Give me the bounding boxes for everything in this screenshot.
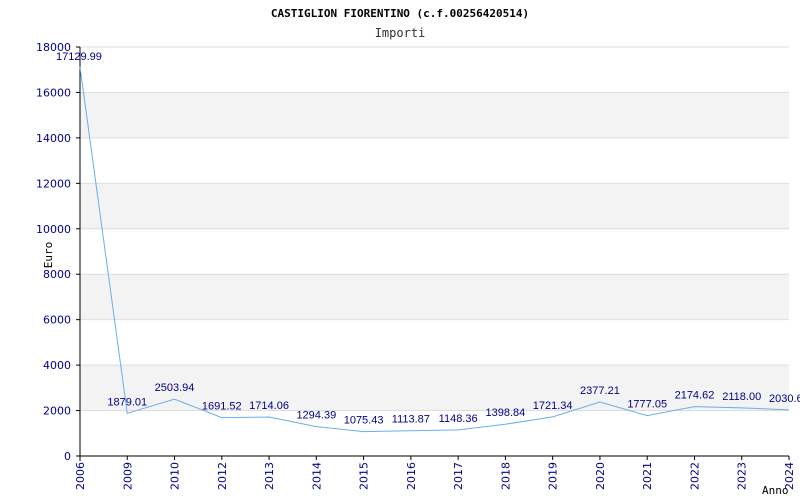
data-label: 2377.21 <box>580 385 620 397</box>
x-tick-label: 2016 <box>405 462 418 490</box>
y-tick-label: 16000 <box>36 86 71 99</box>
data-label: 2118.00 <box>722 391 761 403</box>
grid-bands <box>80 92 789 411</box>
data-label: 1294.39 <box>296 410 336 422</box>
x-tick-label: 2022 <box>688 462 701 490</box>
y-tick-label: 0 <box>64 450 71 463</box>
x-tick-label: 2013 <box>263 462 276 490</box>
data-label: 17129.99 <box>56 51 102 63</box>
x-tick-label: 2009 <box>121 462 134 490</box>
data-label: 1691.52 <box>202 401 242 413</box>
x-axis-ticks: 2006 2009 2010 2012 2013 2014 2015 2016 2017 2018… <box>74 456 796 490</box>
x-tick-label: 2023 <box>736 462 749 490</box>
data-label: 1398.84 <box>486 407 526 419</box>
data-label: 1113.87 <box>392 414 430 426</box>
grid-band <box>80 92 789 138</box>
y-tick-label: 14000 <box>36 132 71 145</box>
x-tick-label: 2006 <box>74 462 87 490</box>
data-label: 2503.94 <box>155 382 195 394</box>
data-label: 1075.43 <box>344 415 384 427</box>
x-tick-label: 2014 <box>310 462 323 490</box>
x-tick-label: 2015 <box>358 462 371 490</box>
x-tick-label: 2018 <box>499 462 512 490</box>
x-tick-label: 2024 <box>783 462 796 490</box>
x-tick-label: 2021 <box>641 462 654 490</box>
line-chart: CASTIGLION FIORENTINO (c.f.00256420514) … <box>36 7 800 497</box>
grid-band <box>80 274 789 320</box>
data-label: 1714.06 <box>249 400 289 412</box>
x-tick-label: 2010 <box>169 462 182 490</box>
data-label: 1879.01 <box>107 396 147 408</box>
x-tick-label: 2017 <box>452 462 465 490</box>
y-tick-label: 2000 <box>43 405 71 418</box>
x-tick-label: 2019 <box>547 462 560 490</box>
data-label: 1777.05 <box>627 399 667 411</box>
y-tick-label: 10000 <box>36 223 71 236</box>
y-tick-label: 8000 <box>43 268 71 281</box>
data-label: 1148.36 <box>439 413 478 425</box>
data-label: 1721.34 <box>533 400 573 412</box>
y-tick-label: 12000 <box>36 177 71 190</box>
y-axis-label: Euro <box>42 242 55 269</box>
data-label: 2174.62 <box>675 390 715 402</box>
x-tick-label: 2020 <box>594 462 607 490</box>
y-tick-label: 6000 <box>43 314 71 327</box>
data-label: 2030.6 <box>769 393 800 405</box>
chart-subtitle: Importi <box>375 26 426 40</box>
grid-band <box>80 183 789 229</box>
chart-title: CASTIGLION FIORENTINO (c.f.00256420514) <box>271 7 529 20</box>
y-tick-label: 4000 <box>43 359 71 372</box>
x-tick-label: 2012 <box>216 462 229 490</box>
